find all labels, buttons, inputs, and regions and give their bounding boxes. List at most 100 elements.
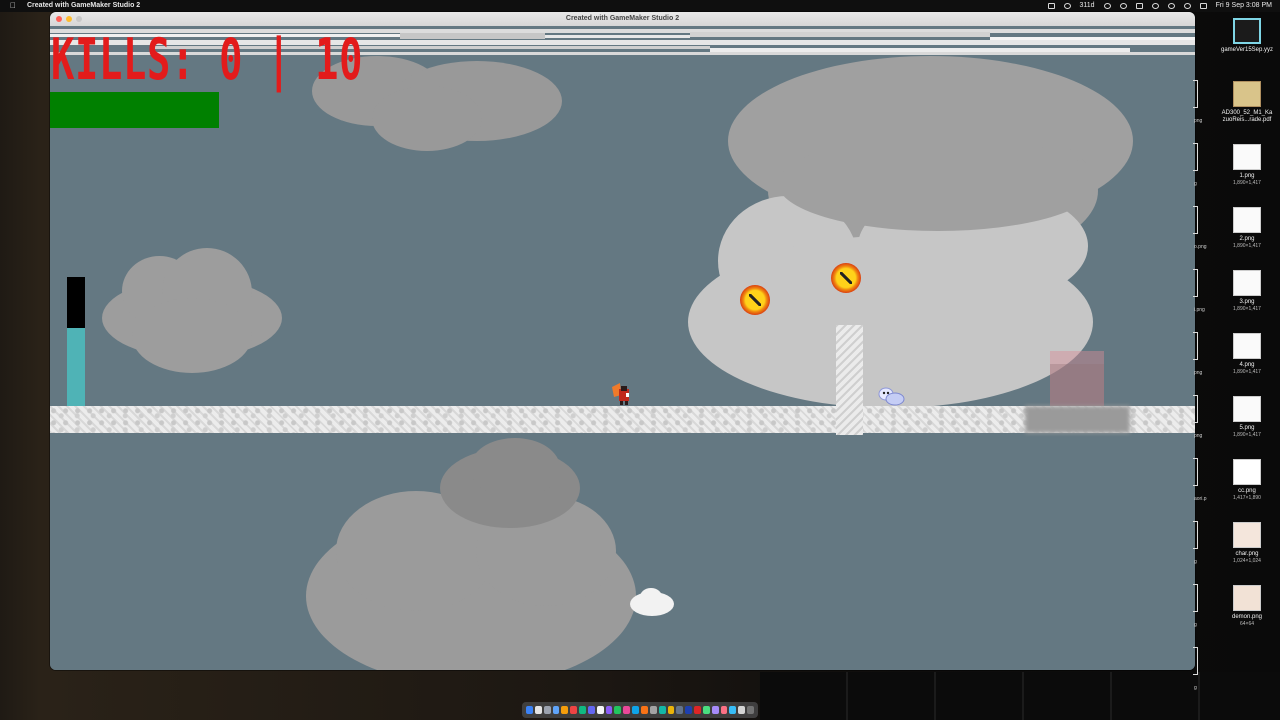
file-name: 2.png (1239, 236, 1255, 242)
hidden-file-name: g (1194, 181, 1197, 187)
file-name: 3.png (1239, 299, 1255, 305)
hidden-file-thumbnail[interactable] (1193, 269, 1198, 297)
dock-app-icon[interactable] (738, 706, 746, 714)
hidden-file-name: g (1194, 622, 1197, 628)
file-name: cc.png (1238, 488, 1256, 494)
file-dimensions: 1,417×1,890 (1233, 495, 1261, 501)
file-dimensions: 1,024×1,024 (1233, 558, 1261, 564)
hidden-file-name: png (1194, 433, 1203, 439)
window-titlebar[interactable]: Created with GameMaker Studio 2 (50, 12, 1195, 27)
fire-demon-icon[interactable] (831, 263, 861, 293)
energy-meter-fill (67, 328, 85, 412)
battery-status[interactable]: 311d (1080, 0, 1095, 12)
hidden-file-thumbnail[interactable] (1193, 206, 1198, 234)
game-canvas[interactable]: KILLS: 0 | 10 (50, 26, 1195, 670)
dock-app-icon[interactable] (543, 706, 551, 714)
desktop-file-icon[interactable]: 3.png 1,890×1,417 (1215, 270, 1279, 313)
desktop-file-icon[interactable]: 2.png 1,890×1,417 (1215, 207, 1279, 250)
dock-app-icon[interactable] (747, 706, 754, 714)
desktop-file-icon[interactable]: char.png 1,024×1,024 (1215, 522, 1279, 565)
dock-app-icon[interactable] (711, 706, 719, 714)
dock-app-icon[interactable] (623, 706, 631, 714)
hidden-file-thumbnail[interactable] (1193, 332, 1198, 360)
hidden-file-thumbnail[interactable] (1193, 395, 1198, 423)
fire-demon-icon[interactable] (740, 285, 770, 315)
desktop-file-icon[interactable]: 4.png 1,890×1,417 (1215, 333, 1279, 376)
cloud-bottom-dark (440, 438, 580, 533)
dock-app-icon[interactable] (605, 706, 613, 714)
dock-app-icon[interactable] (587, 706, 595, 714)
bluetooth-icon[interactable] (1135, 3, 1143, 9)
desktop-file-icon[interactable]: demon.png 64×64 (1215, 585, 1279, 628)
clock-icon[interactable] (1119, 3, 1127, 9)
dock-app-icon[interactable] (720, 706, 728, 714)
hidden-file-thumbnail[interactable] (1193, 521, 1198, 549)
stone-pillar (836, 325, 863, 435)
dock-app-icon[interactable] (658, 706, 666, 714)
health-bar (50, 92, 219, 128)
file-thumbnail (1233, 333, 1261, 359)
dock-app-icon[interactable] (632, 706, 639, 714)
play-icon[interactable] (1103, 3, 1111, 9)
dock-app-icon[interactable] (685, 706, 693, 714)
dock-app-icon[interactable] (702, 706, 710, 714)
file-name: 5.png (1239, 425, 1255, 431)
file-dimensions: 1,890×1,417 (1233, 432, 1261, 438)
hidden-file-thumbnail[interactable] (1193, 458, 1198, 486)
dock (522, 702, 758, 718)
file-name: 4.png (1239, 362, 1255, 368)
dock-app-icon[interactable] (667, 706, 675, 714)
dock-app-icon[interactable] (526, 706, 533, 714)
hidden-file-thumbnail[interactable] (1193, 584, 1198, 612)
hidden-file-thumbnail[interactable] (1193, 80, 1198, 108)
status-app-icon[interactable] (1063, 3, 1071, 9)
blue-blob-creature[interactable] (877, 386, 905, 406)
dock-app-icon[interactable] (570, 706, 578, 714)
file-thumbnail (1233, 18, 1261, 44)
desktop-file-icon[interactable]: gameVer15Sep.yyz (1215, 18, 1279, 54)
dock-app-icon[interactable] (579, 706, 586, 714)
kills-counter: KILLS: 0 | 10 (51, 27, 364, 93)
dock-app-icon[interactable] (561, 706, 569, 714)
hidden-file-thumbnail[interactable] (1193, 143, 1198, 171)
cloud-left-middle (102, 248, 282, 374)
wallpaper-pattern (760, 672, 1280, 720)
dock-app-icon[interactable] (614, 706, 622, 714)
file-thumbnail (1233, 459, 1261, 485)
cloud-right-overlap (778, 136, 1098, 236)
blurred-ground-segment (1025, 406, 1130, 433)
wifi-icon[interactable] (1151, 3, 1159, 9)
hidden-file-name: png (1194, 118, 1203, 124)
desktop-file-icon[interactable]: 1.png 1,890×1,417 (1215, 144, 1279, 187)
file-thumbnail (1233, 144, 1261, 170)
menu-app-name[interactable]: Created with GameMaker Studio 2 (27, 0, 140, 12)
file-thumbnail (1233, 396, 1261, 422)
control-center-icon[interactable] (1199, 3, 1207, 9)
menu-bar:  Created with GameMaker Studio 2 311d F… (0, 0, 1280, 12)
user-icon[interactable] (1167, 3, 1175, 9)
hidden-file-name: o.png (1194, 244, 1207, 250)
search-icon[interactable] (1183, 3, 1191, 9)
dock-app-icon[interactable] (694, 706, 701, 714)
file-dimensions: 64×64 (1239, 621, 1255, 627)
apple-menu-icon[interactable]:  (10, 0, 16, 12)
desktop-file-icon[interactable]: AD300_52_M1_Ka zuoReis...rade.pdf (1215, 81, 1279, 124)
file-name: gameVer15Sep.yyz (1220, 47, 1274, 53)
player-sprite[interactable] (612, 383, 632, 405)
desktop-file-icon[interactable]: cc.png 1,417×1,890 (1215, 459, 1279, 502)
file-name: demon.png (1231, 614, 1263, 620)
dock-app-icon[interactable] (676, 706, 684, 714)
desktop-file-icon[interactable]: 5.png 1,890×1,417 (1215, 396, 1279, 439)
dock-app-icon[interactable] (729, 706, 737, 714)
file-name: 1.png (1239, 173, 1255, 179)
hidden-file-thumbnail[interactable] (1193, 647, 1198, 675)
dock-app-icon[interactable] (640, 706, 648, 714)
dock-app-icon[interactable] (649, 706, 657, 714)
display-icon[interactable] (1047, 3, 1055, 9)
dock-app-icon[interactable] (552, 706, 560, 714)
file-thumbnail (1233, 522, 1261, 548)
file-dimensions: 1,890×1,417 (1233, 180, 1261, 186)
menu-clock[interactable]: Fri 9 Sep 3:08 PM (1216, 0, 1272, 12)
dock-app-icon[interactable] (534, 706, 542, 714)
dock-app-icon[interactable] (596, 706, 604, 714)
